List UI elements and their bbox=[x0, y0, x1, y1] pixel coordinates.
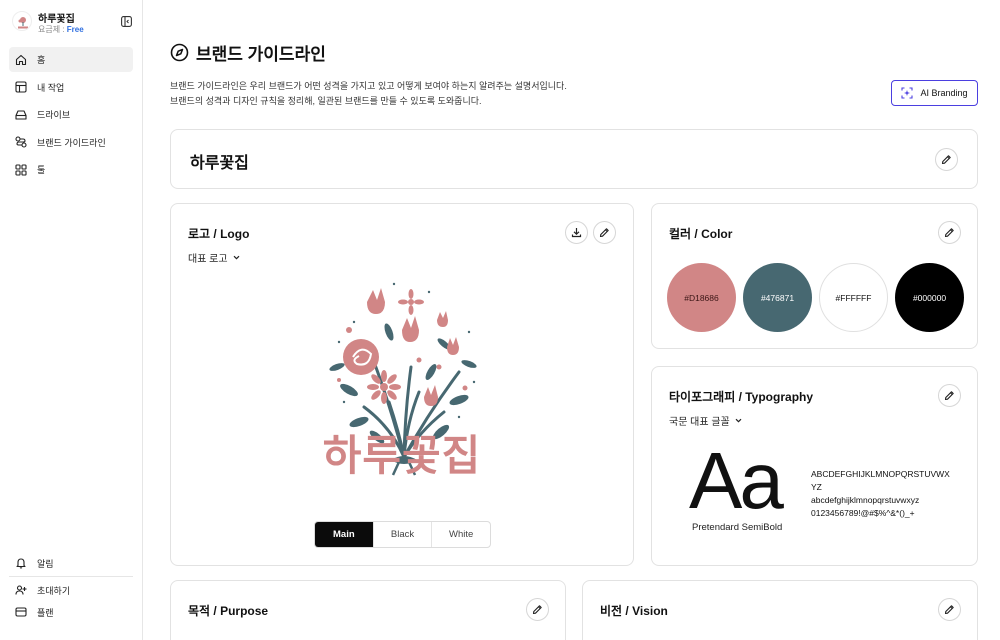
logo-variant-white[interactable]: White bbox=[432, 522, 490, 547]
sidebar-item-brand-guideline[interactable]: 브랜드 가이드라인 bbox=[9, 130, 133, 155]
sidebar-collapse-icon[interactable] bbox=[120, 15, 132, 27]
sidebar-item-label: 플랜 bbox=[37, 607, 54, 618]
workspace-switcher[interactable]: 하루꽃집 요금제 : Free bbox=[10, 8, 134, 36]
page-description: 브랜드 가이드라인은 우리 브랜드가 어떤 성격을 가지고 있고 어떻게 보여야… bbox=[170, 79, 567, 109]
color-hex: #000000 bbox=[912, 292, 947, 303]
page-header: 브랜드 가이드라인 bbox=[170, 40, 326, 65]
sidebar-bottom-nav: 알림 초대하기 플랜 bbox=[9, 552, 133, 623]
download-icon bbox=[571, 228, 582, 238]
ai-branding-button[interactable]: AI Branding bbox=[891, 80, 978, 106]
typography-card: 타이포그래피 / Typography 국문 대표 글꼴 Aa Pretenda… bbox=[651, 366, 978, 566]
edit-brand-name-button[interactable] bbox=[935, 148, 958, 171]
edit-vision-button[interactable] bbox=[938, 598, 961, 621]
color-card-title: 컬러 / Color bbox=[669, 227, 733, 241]
workspace-plan: 요금제 : Free bbox=[38, 24, 84, 35]
pencil-icon bbox=[532, 605, 542, 615]
sidebar-item-label: 툴 bbox=[37, 165, 46, 175]
sidebar-item-label: 브랜드 가이드라인 bbox=[37, 137, 106, 148]
brand-name: 하루꽃집 bbox=[190, 155, 249, 172]
sidebar-item-label: 내 작업 bbox=[37, 82, 65, 93]
sidebar: 하루꽃집 요금제 : Free 홈 내 작업 드라이브 브랜드 가이드라인 툴 … bbox=[0, 0, 143, 640]
color-hex: #D18686 bbox=[684, 292, 719, 303]
plan-prefix: 요금제 : bbox=[38, 25, 67, 34]
ai-branding-label: AI Branding bbox=[920, 88, 968, 98]
brand-name-card: 하루꽃집 bbox=[170, 129, 978, 189]
font-sample-text: ABCDEFGHIJKLMNOPQRSTUVWXYZ abcdefghijklm… bbox=[811, 468, 951, 520]
bell-icon bbox=[15, 557, 27, 569]
workspace-avatar bbox=[12, 11, 32, 31]
logo-variant-main[interactable]: Main bbox=[315, 522, 374, 547]
home-icon bbox=[15, 54, 27, 66]
page-title: 브랜드 가이드라인 bbox=[196, 45, 326, 64]
description-line: 브랜드의 성격과 디자인 규칙을 정리해, 일관된 브랜드를 만들 수 있도록 … bbox=[170, 96, 482, 106]
sidebar-item-label: 알림 bbox=[37, 558, 54, 569]
vision-card: 비전 / Vision bbox=[582, 580, 978, 640]
workspace-name: 하루꽃집 bbox=[38, 14, 75, 25]
logo-card: 로고 / Logo 대표 로고 하루꽃집 Main Black White bbox=[170, 203, 634, 566]
compass-icon bbox=[170, 43, 189, 62]
color-hex: #FFFFFF bbox=[835, 292, 872, 303]
sidebar-item-home[interactable]: 홈 bbox=[9, 47, 133, 72]
sidebar-item-plan[interactable]: 플랜 bbox=[9, 601, 133, 623]
purpose-card-title: 목적 / Purpose bbox=[188, 604, 269, 618]
brand-guideline-icon bbox=[15, 136, 27, 148]
font-sample-lower: abcdefghijklmnopqrstuvwxyz bbox=[811, 495, 920, 505]
download-logo-button[interactable] bbox=[565, 221, 588, 244]
edit-logo-button[interactable] bbox=[593, 221, 616, 244]
font-name: Pretendard SemiBold bbox=[692, 522, 783, 533]
color-hex: #476871 bbox=[760, 292, 795, 303]
sidebar-divider bbox=[9, 576, 133, 577]
ai-sparkle-icon bbox=[901, 87, 914, 99]
sidebar-nav: 홈 내 작업 드라이브 브랜드 가이드라인 툴 bbox=[9, 47, 133, 185]
sidebar-item-label: 초대하기 bbox=[37, 585, 71, 596]
pencil-icon bbox=[944, 391, 954, 401]
credit-card-icon bbox=[15, 606, 27, 618]
pencil-icon bbox=[944, 605, 954, 615]
typography-card-title: 타이포그래피 / Typography bbox=[669, 390, 814, 404]
color-card: 컬러 / Color #D18686 #476871 #FFFFFF #0000… bbox=[651, 203, 978, 349]
font-sample-digits: 0123456789!@#$%^&*()_+ bbox=[811, 508, 915, 518]
color-swatch[interactable]: #FFFFFF bbox=[819, 263, 888, 332]
pencil-icon bbox=[944, 228, 954, 238]
pencil-icon bbox=[941, 155, 951, 165]
logo-wordmark: 하루꽃집 bbox=[322, 432, 482, 479]
color-swatch[interactable]: #D18686 bbox=[667, 263, 736, 332]
chevron-down-icon bbox=[734, 416, 743, 425]
font-specimen: Aa bbox=[689, 436, 784, 525]
sidebar-item-my-work[interactable]: 내 작업 bbox=[9, 75, 133, 100]
font-sample-upper: ABCDEFGHIJKLMNOPQRSTUVWXYZ bbox=[811, 469, 950, 492]
drive-icon bbox=[15, 109, 27, 121]
logo-variant-black[interactable]: Black bbox=[374, 522, 433, 547]
edit-typography-button[interactable] bbox=[938, 384, 961, 407]
layout-icon bbox=[15, 81, 27, 93]
font-type-label: 국문 대표 글꼴 bbox=[669, 417, 730, 428]
sidebar-item-notifications[interactable]: 알림 bbox=[9, 552, 133, 574]
font-type-dropdown[interactable]: 국문 대표 글꼴 bbox=[669, 413, 743, 428]
grid-icon bbox=[15, 163, 27, 176]
sidebar-item-tools[interactable]: 툴 bbox=[9, 157, 133, 182]
color-swatch[interactable]: #476871 bbox=[743, 263, 812, 332]
sidebar-item-invite[interactable]: 초대하기 bbox=[9, 579, 133, 601]
pencil-icon bbox=[599, 228, 609, 238]
sidebar-item-label: 홈 bbox=[37, 55, 46, 65]
edit-purpose-button[interactable] bbox=[526, 598, 549, 621]
sidebar-item-drive[interactable]: 드라이브 bbox=[9, 102, 133, 127]
chevron-down-icon bbox=[232, 253, 241, 262]
sidebar-item-label: 드라이브 bbox=[37, 110, 71, 120]
main-content: 브랜드 가이드라인 브랜드 가이드라인은 우리 브랜드가 어떤 성격을 가지고 … bbox=[143, 0, 1000, 640]
vision-card-title: 비전 / Vision bbox=[600, 604, 668, 618]
logo-type-dropdown[interactable]: 대표 로고 bbox=[188, 250, 241, 265]
color-swatch[interactable]: #000000 bbox=[895, 263, 964, 332]
app: 하루꽃집 요금제 : Free 홈 내 작업 드라이브 브랜드 가이드라인 툴 … bbox=[0, 0, 1000, 640]
logo-variant-toggle: Main Black White bbox=[314, 521, 491, 548]
logo-card-title: 로고 / Logo bbox=[188, 227, 250, 241]
description-line: 브랜드 가이드라인은 우리 브랜드가 어떤 성격을 가지고 있고 어떻게 보여야… bbox=[170, 81, 567, 91]
user-plus-icon bbox=[15, 584, 27, 596]
logo-type-label: 대표 로고 bbox=[188, 254, 228, 265]
edit-color-button[interactable] bbox=[938, 221, 961, 244]
plan-value: Free bbox=[66, 25, 84, 34]
purpose-card: 목적 / Purpose bbox=[170, 580, 566, 640]
